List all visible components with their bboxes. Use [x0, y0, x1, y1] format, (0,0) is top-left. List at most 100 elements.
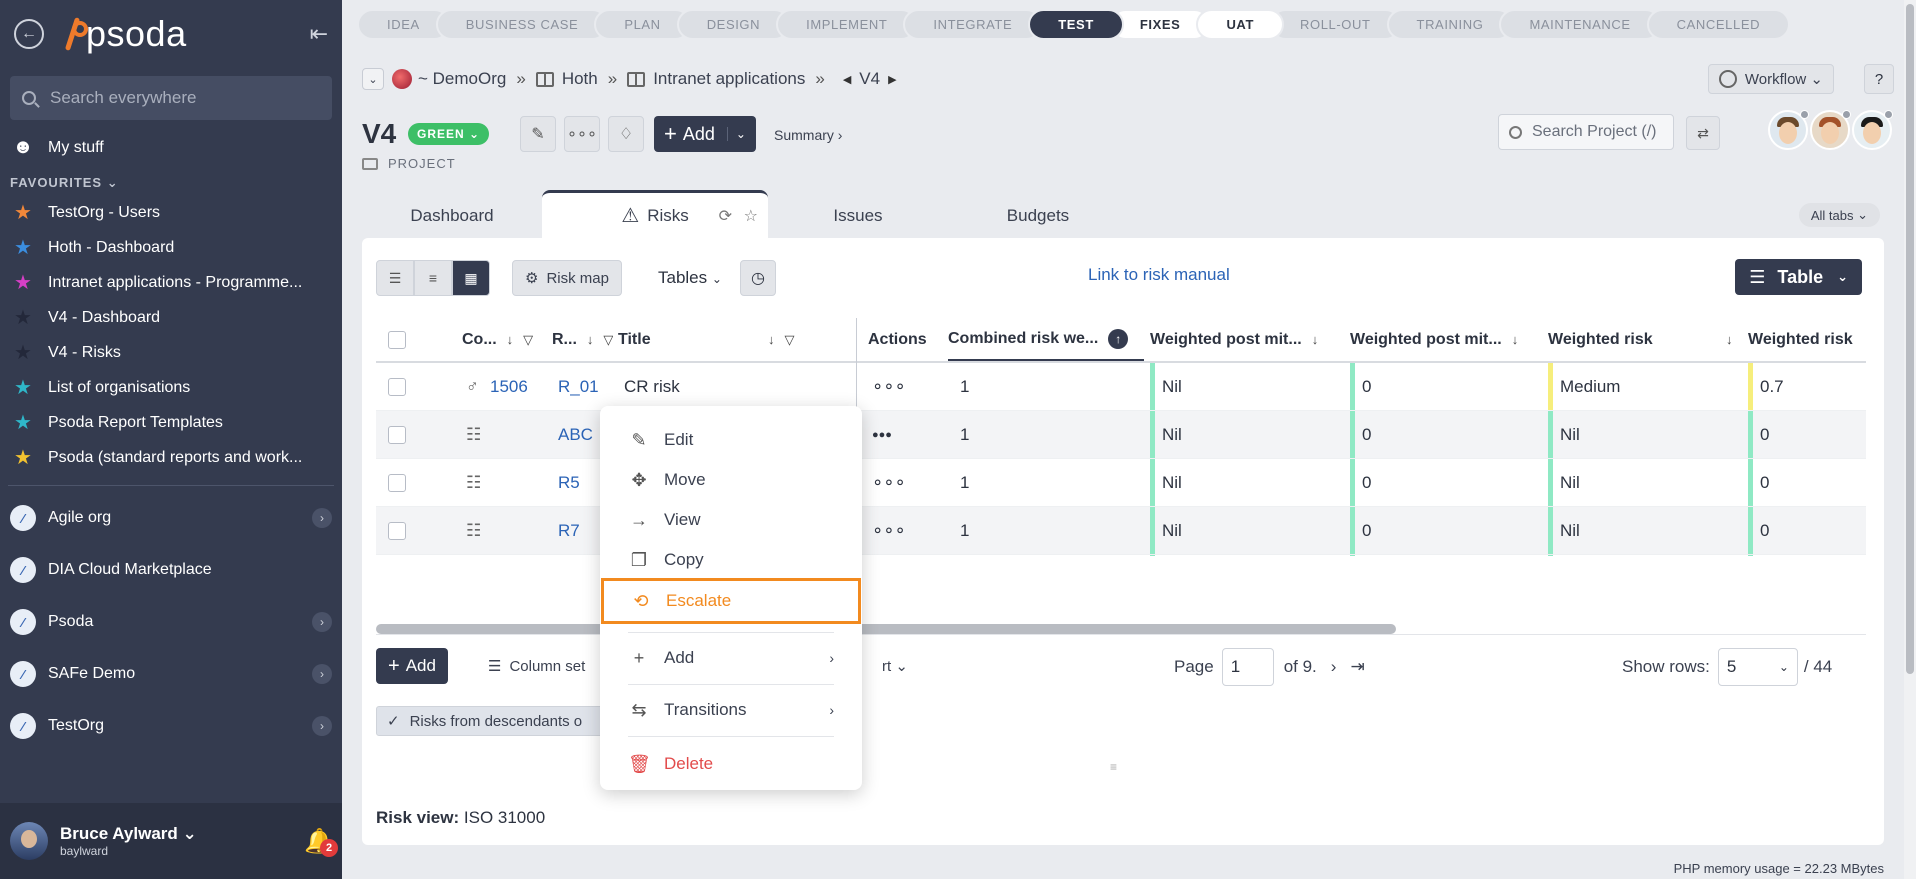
- row-checkbox[interactable]: [388, 411, 406, 458]
- sort-arrow-icon[interactable]: ↓: [1312, 332, 1319, 347]
- my-stuff-link[interactable]: ☻ My stuff: [0, 126, 342, 169]
- row-actions-icon[interactable]: ∘∘∘: [872, 555, 906, 556]
- select-all-checkbox[interactable]: [388, 318, 406, 361]
- workflow-button[interactable]: Workflow ⌄: [1707, 64, 1834, 94]
- col-header-weighted-risk-2[interactable]: Weighted risk: [1748, 318, 1853, 361]
- breadcrumb-dropdown-toggle[interactable]: ⌄: [362, 68, 384, 90]
- row-actions-icon[interactable]: ∘∘∘: [872, 507, 906, 554]
- collapse-sidebar-icon[interactable]: ⇤: [310, 21, 328, 47]
- tab-budgets[interactable]: Budgets: [948, 194, 1128, 238]
- risk-map-button[interactable]: ⚙ Risk map: [512, 260, 622, 296]
- density-compact-icon[interactable]: ▦: [452, 260, 490, 296]
- tag-button[interactable]: ♢: [608, 116, 644, 152]
- rows-per-page-select[interactable]: 5 ⌄: [1717, 648, 1798, 686]
- menu-item-view[interactable]: → View: [600, 500, 862, 540]
- help-button[interactable]: ?: [1864, 64, 1894, 94]
- risk-ref-link[interactable]: R7: [558, 507, 580, 554]
- menu-item-delete[interactable]: 🗑 Delete: [600, 744, 862, 784]
- switch-view-button[interactable]: ⇄: [1686, 116, 1720, 150]
- sort-arrow-icon[interactable]: ↓: [768, 332, 775, 347]
- row-checkbox[interactable]: [388, 555, 406, 556]
- filter-icon[interactable]: ▽: [603, 332, 613, 348]
- menu-item-move[interactable]: ✥ Move: [600, 460, 862, 500]
- phase-maintenance[interactable]: MAINTENANCE: [1499, 9, 1661, 40]
- organisation-item[interactable]: ∕ Agile org ›: [0, 492, 342, 544]
- risk-ref-link[interactable]: ABC: [558, 411, 593, 458]
- history-icon[interactable]: ◷: [740, 260, 776, 296]
- favourite-item[interactable]: ★ Psoda (standard reports and work...: [0, 440, 342, 475]
- tab-dashboard[interactable]: Dashboard: [362, 194, 542, 238]
- risk-ref-link[interactable]: R_01: [558, 363, 599, 410]
- filter-icon[interactable]: ▽: [523, 332, 533, 348]
- chevron-right-icon[interactable]: ›: [312, 508, 332, 528]
- add-button[interactable]: + Add ⌄: [654, 116, 756, 152]
- menu-item-edit[interactable]: ✎ Edit: [600, 420, 862, 460]
- star-outline-icon[interactable]: ☆: [744, 206, 758, 226]
- col-header-weighted-post-mit-2[interactable]: Weighted post mit... ↓: [1350, 318, 1540, 361]
- favourites-header[interactable]: FAVOURITES ⌄: [0, 169, 342, 195]
- global-search-input[interactable]: Search everywhere: [10, 76, 332, 120]
- breadcrumb-intranet[interactable]: Intranet applications: [653, 69, 805, 89]
- organisation-item[interactable]: ∕ TestOrg ›: [0, 700, 342, 752]
- row-actions-icon[interactable]: ∘∘∘: [872, 459, 906, 506]
- previous-sibling-icon[interactable]: ◀: [843, 73, 851, 86]
- breadcrumb-org[interactable]: ~ DemoOrg: [418, 69, 506, 89]
- chevron-right-icon[interactable]: ›: [312, 716, 332, 736]
- col-header-weighted-post-mit-1[interactable]: Weighted post mit... ↓: [1150, 318, 1340, 361]
- all-tabs-dropdown[interactable]: All tabs ⌄: [1798, 203, 1880, 227]
- favourite-item[interactable]: ★ List of organisations: [0, 370, 342, 405]
- risk-manual-link[interactable]: Link to risk manual: [1088, 265, 1230, 285]
- summary-link[interactable]: Summary ›: [774, 127, 842, 143]
- row-actions-icon[interactable]: ∘∘∘: [872, 363, 906, 410]
- user-panel[interactable]: Bruce Aylward ⌄ baylward 🔔 2: [0, 803, 342, 879]
- col-header-weighted-risk[interactable]: Weighted risk ↓: [1548, 318, 1738, 361]
- row-checkbox[interactable]: [388, 459, 406, 506]
- col-header-combined-risk[interactable]: Combined risk we... ↑: [948, 318, 1144, 361]
- phase-roll-out[interactable]: ROLL-OUT: [1270, 9, 1401, 40]
- risk-ref-link[interactable]: IKS0: [558, 555, 595, 556]
- density-comfortable-icon[interactable]: ☰: [376, 260, 414, 296]
- breadcrumb-hoth[interactable]: Hoth: [562, 69, 598, 89]
- col-header-ref[interactable]: R... ↓ ▽: [552, 318, 613, 361]
- user-avatar[interactable]: [10, 822, 48, 860]
- favourite-item[interactable]: ★ TestOrg - Users: [0, 195, 342, 230]
- chevron-right-icon[interactable]: ›: [312, 664, 332, 684]
- phase-business-case[interactable]: BUSINESS CASE: [435, 9, 609, 40]
- next-sibling-icon[interactable]: ▶: [888, 73, 896, 86]
- sort-arrow-icon[interactable]: ↓: [1512, 332, 1519, 347]
- horizontal-scrollbar[interactable]: [376, 624, 1396, 634]
- add-risk-button[interactable]: + Add: [376, 648, 448, 684]
- favourite-item[interactable]: ★ Psoda Report Templates: [0, 405, 342, 440]
- notifications-bell-icon[interactable]: 🔔 2: [304, 827, 338, 857]
- row-checkbox[interactable]: [388, 363, 406, 410]
- tab-risks[interactable]: ⚠ Risks ⟳ ☆: [542, 190, 768, 238]
- reload-icon[interactable]: ⟳: [719, 206, 732, 226]
- organisation-item[interactable]: ∕ DIA Cloud Marketplace: [0, 544, 342, 596]
- column-settings-button[interactable]: ☰ Column set: [488, 657, 585, 675]
- vertical-scrollbar[interactable]: [1904, 0, 1916, 879]
- more-options-button[interactable]: ∘∘∘: [564, 116, 600, 152]
- tab-issues[interactable]: Issues: [768, 194, 948, 238]
- sort-arrow-icon[interactable]: ↓: [507, 332, 514, 347]
- sort-arrow-icon[interactable]: ↓: [1726, 332, 1733, 347]
- resize-handle-icon[interactable]: ≡: [1110, 760, 1117, 774]
- row-actions-icon[interactable]: ●●●: [872, 411, 892, 458]
- page-number-input[interactable]: [1221, 648, 1274, 686]
- descendants-toggle[interactable]: ✓ Risks from descendants o: [376, 706, 616, 736]
- table-view-dropdown[interactable]: ☰ Table ⌄: [1735, 259, 1862, 295]
- menu-item-add[interactable]: + Add ›: [600, 638, 862, 678]
- chevron-right-icon[interactable]: ›: [312, 612, 332, 632]
- status-badge[interactable]: GREEN ⌄: [408, 123, 490, 145]
- phase-design[interactable]: DESIGN: [676, 9, 791, 40]
- organisation-item[interactable]: ∕ Psoda ›: [0, 596, 342, 648]
- phase-training[interactable]: TRAINING: [1386, 9, 1514, 40]
- back-arrow-icon[interactable]: ←: [14, 19, 44, 49]
- risk-code-link[interactable]: 1506: [490, 363, 528, 410]
- phase-integrate[interactable]: INTEGRATE: [903, 9, 1043, 40]
- project-search-input[interactable]: Search Project (/): [1498, 114, 1674, 150]
- risk-ref-link[interactable]: R5: [558, 459, 580, 506]
- sort-ascending-icon[interactable]: ↑: [1108, 328, 1129, 349]
- sort-dropdown[interactable]: rt ⌄: [882, 657, 908, 675]
- tables-dropdown[interactable]: Tables ⌄: [658, 268, 722, 288]
- favourite-item[interactable]: ★ Intranet applications - Programme...: [0, 265, 342, 300]
